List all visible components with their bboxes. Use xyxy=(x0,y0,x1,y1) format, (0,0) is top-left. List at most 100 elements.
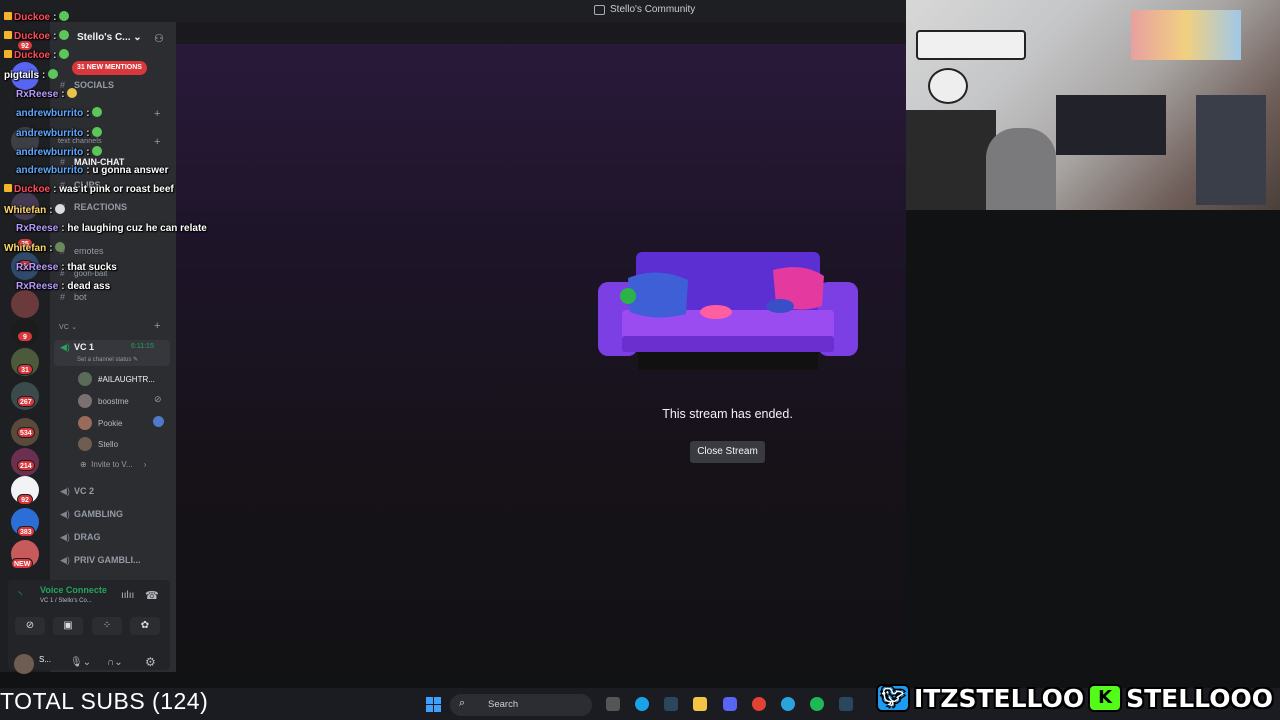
muted-icon: ⊘ xyxy=(154,394,162,404)
vc-user[interactable]: Stello xyxy=(78,437,118,451)
emote-icon xyxy=(59,30,70,40)
mod-badge-icon xyxy=(4,12,12,20)
emote-icon xyxy=(48,69,59,79)
wall-posters xyxy=(1131,10,1241,60)
avatar xyxy=(78,394,92,408)
microphone-icon[interactable]: 🎙︎⌄ xyxy=(70,657,91,668)
chevron-down-icon: ⌄ xyxy=(133,32,142,43)
folder-icon[interactable] xyxy=(693,697,707,711)
close-stream-button[interactable]: Close Stream xyxy=(690,441,765,463)
chat-line: andrewburrito: xyxy=(16,107,103,119)
speaker-icon: ◀) xyxy=(60,532,70,542)
emote-icon xyxy=(55,242,66,252)
window-title: Stello's Community xyxy=(594,4,695,15)
pillow-blue xyxy=(628,272,688,318)
channel-priv-gambling[interactable]: ◀) PRIV GAMBLI... xyxy=(60,555,141,566)
app-icon[interactable] xyxy=(606,697,620,711)
emote-icon xyxy=(92,127,103,137)
emote-icon xyxy=(59,11,70,21)
vc-user[interactable]: Pookie xyxy=(78,416,122,430)
noise-suppression-icon[interactable]: ıılıı xyxy=(121,590,134,601)
chat-line: Whitefan: xyxy=(4,204,66,216)
bed xyxy=(1056,95,1166,155)
category-text-channels[interactable]: text channels xyxy=(58,138,102,145)
channel-drag[interactable]: ◀) DRAG xyxy=(60,532,101,543)
chat-line: RxReese: xyxy=(16,88,78,100)
headphones-icon[interactable]: ∩⌄ xyxy=(107,657,123,668)
hash-icon: # xyxy=(60,292,66,302)
stream-top-bar xyxy=(176,22,906,44)
edge-icon[interactable] xyxy=(635,697,649,711)
gear-icon[interactable]: ⚙ xyxy=(145,655,156,669)
vc-user[interactable]: boostme xyxy=(78,394,129,408)
couch-shadow xyxy=(638,352,818,370)
windows-start-icon[interactable] xyxy=(426,697,441,712)
channel-vc2[interactable]: ◀) VC 2 xyxy=(60,486,94,497)
emote-icon xyxy=(67,88,78,98)
activities-button[interactable]: ⁘ xyxy=(92,617,122,635)
disconnect-icon[interactable]: ☎ xyxy=(145,589,159,602)
discord-window-icon xyxy=(594,4,605,15)
emote-icon xyxy=(59,49,70,59)
camera-off-button[interactable]: ⊘ xyxy=(15,617,45,635)
voice-connected-label[interactable]: Voice Connecte xyxy=(40,585,107,595)
avatar xyxy=(78,372,92,386)
chat-line: andrewburrito: u gonna answer xyxy=(16,165,169,176)
add-member-icon[interactable]: ⚇ xyxy=(154,32,164,45)
channel-bot[interactable]: # bot xyxy=(60,292,87,302)
speaker-icon: ◀) xyxy=(60,509,70,519)
avatar xyxy=(78,416,92,430)
mention-badge: 92 xyxy=(17,494,33,505)
emote-icon xyxy=(92,146,103,156)
steam-icon[interactable] xyxy=(664,697,678,711)
category-vc[interactable]: VC ⌄ xyxy=(59,323,77,331)
discord-icon[interactable] xyxy=(723,697,737,711)
add-channel-icon[interactable]: + xyxy=(154,320,160,332)
new-mentions-pill[interactable]: 31 NEW MENTIONS xyxy=(72,61,147,75)
monitor xyxy=(1196,95,1266,205)
chat-line: Duckoe: xyxy=(4,49,70,61)
server-name[interactable]: Stello's C... ⌄ xyxy=(77,32,142,43)
chrome-icon[interactable] xyxy=(752,697,766,711)
controller-pink-icon xyxy=(700,305,732,319)
person-add-icon: ⊕ xyxy=(80,460,87,469)
chat-line: andrewburrito: xyxy=(16,127,103,139)
channel-reactions[interactable]: #REACTIONS xyxy=(60,202,127,212)
controller-blue-icon xyxy=(766,299,794,313)
telegram-icon[interactable] xyxy=(781,697,795,711)
soundboard-button[interactable]: ✿ xyxy=(130,617,160,635)
kick-handle: STELLOOO xyxy=(1126,683,1273,713)
speaker-icon: ◀) xyxy=(60,486,70,496)
twitter-icon: 🐦︎ xyxy=(876,684,910,712)
steam-icon[interactable] xyxy=(839,697,853,711)
kick-icon: K xyxy=(1088,684,1123,712)
server-icon[interactable] xyxy=(11,290,39,318)
channel-gambling[interactable]: ◀) GAMBLING xyxy=(60,509,123,520)
channel-status[interactable]: Set a channel status ✎ xyxy=(77,356,138,363)
spotify-icon[interactable] xyxy=(810,697,824,711)
channel-emotes[interactable]: #emotes xyxy=(60,246,104,256)
mention-badge: 214 xyxy=(17,460,35,471)
wall-banner xyxy=(916,30,1026,60)
twitter-handle: ITZSTELLOO xyxy=(914,683,1085,713)
add-channel-icon[interactable]: + xyxy=(154,136,160,148)
channel-vc1[interactable]: ◀) VC 1 xyxy=(60,342,94,353)
wall-sticker xyxy=(928,68,968,104)
screen-share-button[interactable]: ▣ xyxy=(53,617,83,635)
vc-user[interactable]: #AILAUGHTR... xyxy=(78,372,155,386)
voice-channel-link[interactable]: VC 1 / Stello's Co... xyxy=(40,598,92,604)
invite-to-voice[interactable]: ⊕ Invite to V... › xyxy=(80,460,146,469)
mention-badge: 9 xyxy=(17,331,33,342)
add-channel-icon[interactable]: + xyxy=(154,108,160,120)
avatar[interactable] xyxy=(14,654,34,674)
pencil-icon: ✎ xyxy=(133,357,139,363)
chat-line: pigtails: xyxy=(4,69,59,81)
chat-line: andrewburrito: xyxy=(16,146,103,158)
activity-icon xyxy=(153,416,164,427)
stream-ended-message: This stream has ended. xyxy=(662,407,793,421)
taskbar-search[interactable]: Search xyxy=(450,694,592,716)
server-rail: 92 35 1 9 31 267 534 214 92 383 NEW xyxy=(0,22,50,672)
chat-line: RxReese: he laughing cuz he can relate xyxy=(16,223,207,234)
mention-badge: 383 xyxy=(17,526,35,537)
username[interactable]: S... xyxy=(39,655,51,664)
